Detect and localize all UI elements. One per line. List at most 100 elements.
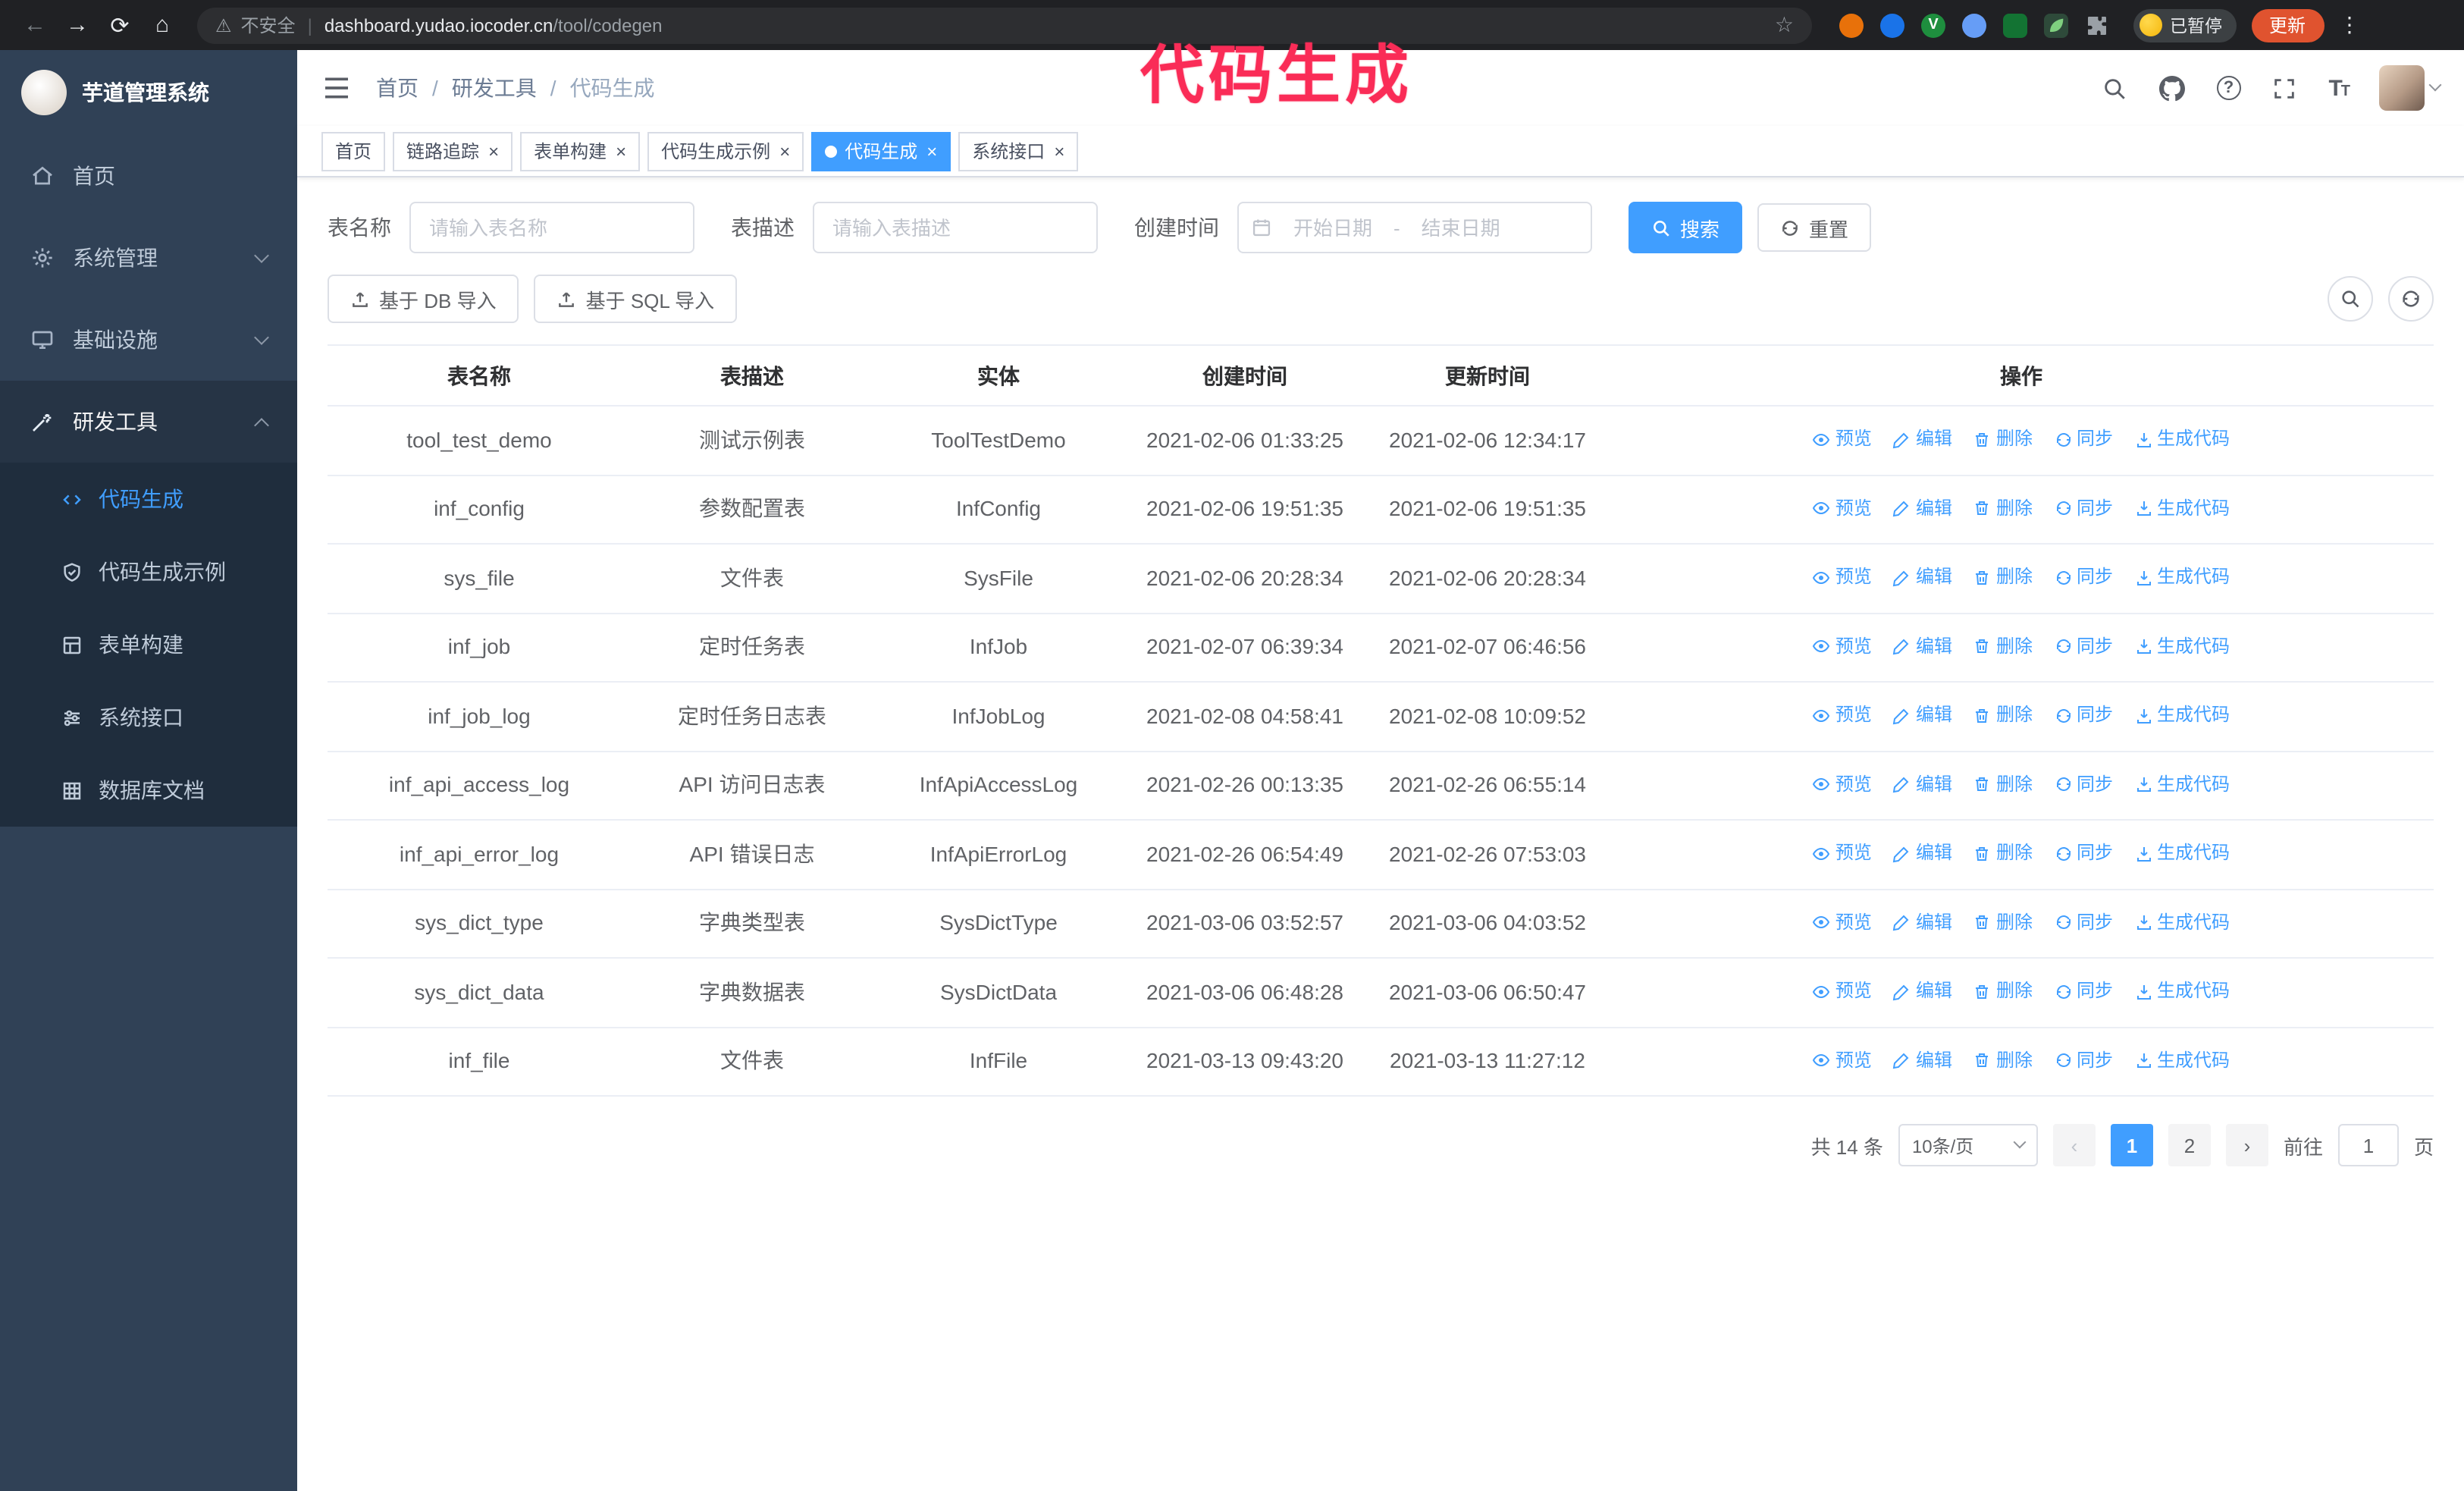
delete-link[interactable]: 删除 xyxy=(1973,768,2033,800)
extension-users-icon[interactable] xyxy=(1962,13,1986,37)
github-icon[interactable] xyxy=(2158,74,2186,102)
tab-codegen-example[interactable]: 代码生成示例 × xyxy=(647,131,804,171)
vue-devtools-icon[interactable]: V xyxy=(1921,13,1945,37)
font-size-icon[interactable]: TT xyxy=(2328,75,2350,101)
generate-code-link[interactable]: 生成代码 xyxy=(2134,699,2230,731)
preview-link[interactable]: 预览 xyxy=(1813,699,1872,731)
generate-code-link[interactable]: 生成代码 xyxy=(2134,837,2230,869)
delete-link[interactable]: 删除 xyxy=(1973,492,2033,524)
collapse-sidebar-icon[interactable] xyxy=(321,73,352,103)
fullscreen-icon[interactable] xyxy=(2271,74,2298,102)
sidebar-subitem-db-doc[interactable]: 数据库文档 xyxy=(0,754,297,827)
sync-link[interactable]: 同步 xyxy=(2054,906,2113,938)
preview-link[interactable]: 预览 xyxy=(1813,837,1872,869)
search-button[interactable]: 搜索 xyxy=(1629,202,1743,253)
generate-code-link[interactable]: 生成代码 xyxy=(2134,1044,2230,1076)
preview-link[interactable]: 预览 xyxy=(1813,1044,1872,1076)
edit-link[interactable]: 编辑 xyxy=(1893,699,1952,731)
sidebar-subitem-codegen-example[interactable]: 代码生成示例 xyxy=(0,535,297,608)
preview-link[interactable]: 预览 xyxy=(1813,630,1872,662)
edit-link[interactable]: 编辑 xyxy=(1893,630,1952,662)
delete-link[interactable]: 删除 xyxy=(1973,1044,2033,1076)
start-date-input[interactable] xyxy=(1278,216,1387,239)
generate-code-link[interactable]: 生成代码 xyxy=(2134,630,2230,662)
generate-code-link[interactable]: 生成代码 xyxy=(2134,561,2230,593)
page-size-select[interactable]: 10条/页 xyxy=(1898,1124,2038,1166)
sync-link[interactable]: 同步 xyxy=(2054,768,2113,800)
extension-drop-icon[interactable] xyxy=(1880,13,1904,37)
generate-code-link[interactable]: 生成代码 xyxy=(2134,906,2230,938)
page-button-2[interactable]: 2 xyxy=(2168,1124,2211,1166)
generate-code-link[interactable]: 生成代码 xyxy=(2134,423,2230,455)
tab-home[interactable]: 首页 xyxy=(321,131,386,171)
tab-close-icon[interactable]: × xyxy=(488,142,499,160)
browser-menu-icon[interactable]: ⋮ xyxy=(2336,12,2363,38)
edit-link[interactable]: 编辑 xyxy=(1893,1044,1952,1076)
generate-code-link[interactable]: 生成代码 xyxy=(2134,768,2230,800)
edit-link[interactable]: 编辑 xyxy=(1893,975,1952,1007)
generate-code-link[interactable]: 生成代码 xyxy=(2134,975,2230,1007)
sidebar-item-infrastructure[interactable]: 基础设施 xyxy=(0,299,297,381)
preview-link[interactable]: 预览 xyxy=(1813,423,1872,455)
edit-link[interactable]: 编辑 xyxy=(1893,492,1952,524)
page-button-1[interactable]: 1 xyxy=(2110,1124,2153,1166)
help-icon[interactable]: ? xyxy=(2216,76,2241,100)
import-sql-button[interactable]: 基于 SQL 导入 xyxy=(534,275,738,323)
preview-link[interactable]: 预览 xyxy=(1813,561,1872,593)
extensions-puzzle-icon[interactable] xyxy=(2085,13,2109,37)
preview-link[interactable]: 预览 xyxy=(1813,492,1872,524)
tab-system-api[interactable]: 系统接口 × xyxy=(958,131,1079,171)
generate-code-link[interactable]: 生成代码 xyxy=(2134,492,2230,524)
sync-link[interactable]: 同步 xyxy=(2054,423,2113,455)
search-icon[interactable] xyxy=(2101,74,2128,102)
table-desc-input[interactable] xyxy=(813,202,1098,253)
end-date-input[interactable] xyxy=(1406,216,1516,239)
goto-page-input[interactable] xyxy=(2337,1124,2399,1166)
browser-back-icon[interactable]: ← xyxy=(15,5,55,45)
browser-reload-icon[interactable]: ⟳ xyxy=(100,5,140,45)
profile-paused-badge[interactable]: 已暂停 xyxy=(2133,8,2236,42)
sidebar-subitem-form-builder[interactable]: 表单构建 xyxy=(0,608,297,681)
sidebar-item-home[interactable]: 首页 xyxy=(0,135,297,217)
tab-close-icon[interactable]: × xyxy=(1054,142,1064,160)
delete-link[interactable]: 删除 xyxy=(1973,699,2033,731)
prev-page-button[interactable]: ‹ xyxy=(2052,1124,2096,1166)
extension-fox-icon[interactable] xyxy=(1839,13,1864,37)
table-name-input[interactable] xyxy=(409,202,694,253)
chevron-down-icon[interactable] xyxy=(2428,78,2442,92)
browser-forward-icon[interactable]: → xyxy=(58,5,97,45)
tab-form-builder[interactable]: 表单构建 × xyxy=(520,131,641,171)
toggle-search-button[interactable] xyxy=(2328,276,2373,322)
import-db-button[interactable]: 基于 DB 导入 xyxy=(328,275,519,323)
edit-link[interactable]: 编辑 xyxy=(1893,906,1952,938)
preview-link[interactable]: 预览 xyxy=(1813,975,1872,1007)
delete-link[interactable]: 删除 xyxy=(1973,837,2033,869)
extension-leaf-icon[interactable] xyxy=(2044,13,2068,37)
delete-link[interactable]: 删除 xyxy=(1973,630,2033,662)
sidebar-item-dev-tools[interactable]: 研发工具 xyxy=(0,381,297,463)
breadcrumb-item[interactable]: 首页 xyxy=(376,73,419,103)
delete-link[interactable]: 删除 xyxy=(1973,561,2033,593)
browser-home-icon[interactable]: ⌂ xyxy=(143,5,182,45)
delete-link[interactable]: 删除 xyxy=(1973,906,2033,938)
sync-link[interactable]: 同步 xyxy=(2054,837,2113,869)
sync-link[interactable]: 同步 xyxy=(2054,630,2113,662)
sync-link[interactable]: 同步 xyxy=(2054,492,2113,524)
sync-link[interactable]: 同步 xyxy=(2054,561,2113,593)
tab-trace[interactable]: 链路追踪 × xyxy=(393,131,513,171)
edit-link[interactable]: 编辑 xyxy=(1893,423,1952,455)
tab-codegen[interactable]: 代码生成 × xyxy=(811,131,951,171)
breadcrumb-item[interactable]: 研发工具 xyxy=(452,73,537,103)
preview-link[interactable]: 预览 xyxy=(1813,768,1872,800)
preview-link[interactable]: 预览 xyxy=(1813,906,1872,938)
sync-link[interactable]: 同步 xyxy=(2054,975,2113,1007)
user-avatar[interactable] xyxy=(2379,65,2425,111)
edit-link[interactable]: 编辑 xyxy=(1893,768,1952,800)
sidebar-item-system-management[interactable]: 系统管理 xyxy=(0,217,297,299)
sidebar-subitem-codegen[interactable]: 代码生成 xyxy=(0,463,297,535)
tab-close-icon[interactable]: × xyxy=(616,142,626,160)
tab-close-icon[interactable]: × xyxy=(779,142,790,160)
next-page-button[interactable]: › xyxy=(2225,1124,2268,1166)
date-range-picker[interactable]: - xyxy=(1237,202,1592,253)
edit-link[interactable]: 编辑 xyxy=(1893,561,1952,593)
